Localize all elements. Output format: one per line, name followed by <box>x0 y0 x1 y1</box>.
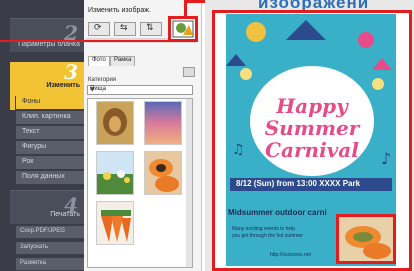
sidebar-item-label: Рок <box>22 158 34 165</box>
insert-picture-icon <box>172 20 194 38</box>
poster-description: you get through the hot summer <box>232 233 303 239</box>
sidebar-item-label: Фоны <box>22 98 41 105</box>
thumbnail-papaya[interactable] <box>144 151 182 195</box>
button-label: Запускать <box>20 244 48 250</box>
poster-date-text: 8/12 (Sun) from 13:00 XXXX Park <box>236 179 361 188</box>
save-pdf-button[interactable]: Сохр.PDF/JPEG <box>16 226 84 238</box>
pointer-line <box>0 40 172 42</box>
svg-text:♫: ♫ <box>232 142 245 158</box>
thumbnail-lion[interactable] <box>96 101 134 145</box>
image-thumbnail-grid <box>87 98 193 268</box>
step-label: Печатать <box>50 211 80 218</box>
button-label: Разметка <box>20 260 46 266</box>
sidebar-item-text[interactable]: Текст <box>16 126 84 140</box>
poster-date-bar: 8/12 (Sun) from 13:00 XXXX Park <box>230 178 392 191</box>
sidebar-item-label: Поля данных <box>22 173 65 180</box>
rotate-icon: ⟳ <box>94 23 102 33</box>
step-label: Параметры бланка <box>18 41 80 48</box>
chevron-down-icon: ▼ <box>90 86 95 93</box>
sidebar-item-clipart[interactable]: Клип. картинка <box>16 111 84 125</box>
flip-horizontal-icon: ⇆ <box>120 23 128 33</box>
sidebar-item-label: Клип. картинка <box>22 113 71 120</box>
sidebar-item-data-fields[interactable]: Поля данных <box>16 171 84 185</box>
tab-frame[interactable]: Рамка <box>110 56 136 66</box>
layout-button[interactable]: Разметка <box>16 258 84 270</box>
poster-title-line: Summer <box>264 116 360 140</box>
step-3-label-bar[interactable]: Изменить <box>10 80 84 96</box>
flip-vertical-button[interactable]: ⇅ <box>140 22 162 36</box>
tab-photo[interactable]: Фото <box>88 56 110 66</box>
thumbnail-scrollbar[interactable] <box>186 99 192 267</box>
thumbnail-sunset[interactable] <box>144 101 182 145</box>
button-label: Сохр.PDF/JPEG <box>20 228 65 234</box>
step-label: Изменить <box>46 82 80 89</box>
rotate-button[interactable]: ⟳ <box>88 22 110 36</box>
sidebar-item-shapes[interactable]: Фигуры <box>16 141 84 155</box>
insert-picture-button[interactable] <box>168 16 198 42</box>
svg-text:♪: ♪ <box>381 149 391 168</box>
flip-horizontal-button[interactable]: ⇆ <box>114 22 136 36</box>
category-select[interactable]: Пища ▼ <box>87 85 193 95</box>
poster-title-line: Happy <box>276 94 348 118</box>
poster-url: http://xxxxxxxx.net <box>270 252 311 258</box>
sidebar-item-label: Текст <box>22 128 40 135</box>
sidebar-item-backgrounds[interactable]: Фоны <box>16 96 84 110</box>
category-label: Категория <box>88 77 117 83</box>
active-indicator <box>10 96 15 110</box>
poster-inserted-picture[interactable] <box>336 214 396 264</box>
sidebar-item-label: Фигуры <box>22 143 47 150</box>
flip-vertical-icon: ⇅ <box>146 23 154 33</box>
step-2-settings[interactable]: 2 Параметры бланка <box>10 18 84 52</box>
poster-subtitle: Midsummer outdoor carni <box>228 208 327 217</box>
step-4-print[interactable]: 4 Печатать <box>10 190 84 224</box>
add-image-button[interactable] <box>183 67 195 77</box>
sidebar-item-rock[interactable]: Рок <box>16 156 84 170</box>
thumbnail-flowers[interactable] <box>96 151 134 195</box>
launch-button[interactable]: Запускать <box>16 242 84 254</box>
panel-title: Изменить изображ. <box>88 7 151 14</box>
poster-title-line: Carnival <box>265 138 359 162</box>
thumbnail-carrots[interactable] <box>96 201 134 245</box>
step-3-edit[interactable]: 3 <box>10 60 84 84</box>
poster-description: Many exciting events to help <box>232 226 296 232</box>
